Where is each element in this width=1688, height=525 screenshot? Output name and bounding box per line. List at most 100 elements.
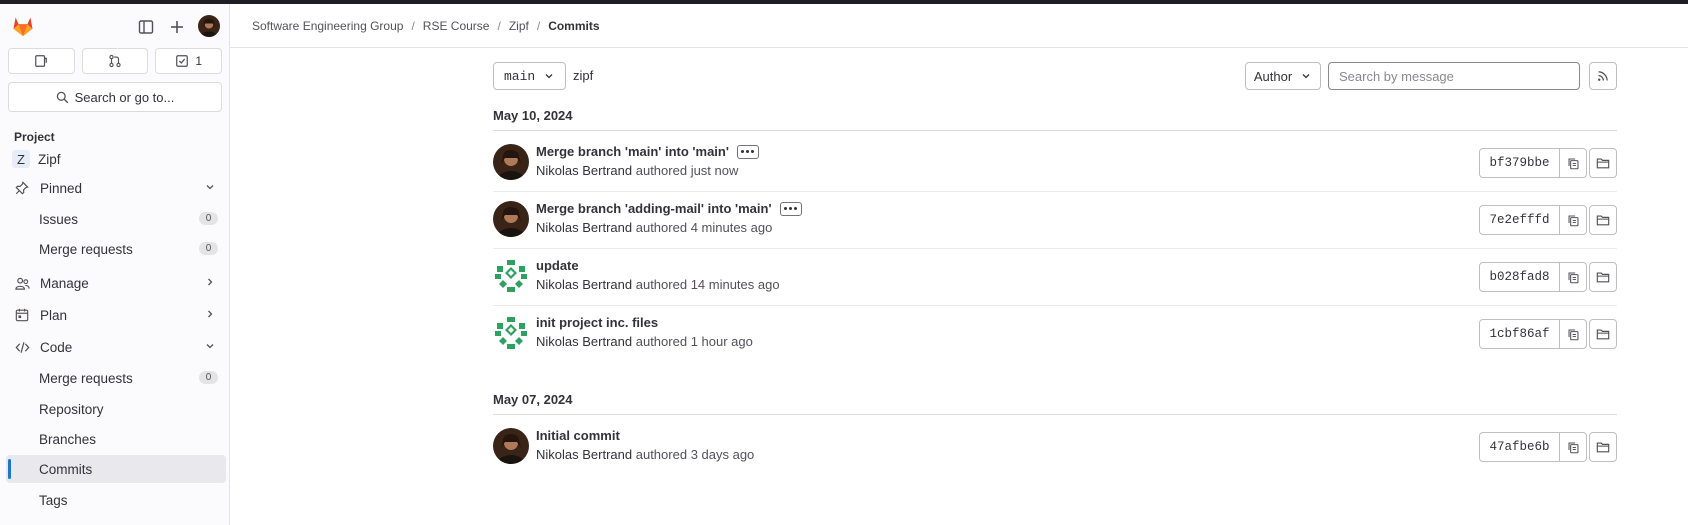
pinned-label: Pinned [40,180,83,196]
breadcrumb-separator: / [411,18,415,33]
branch-selector[interactable]: main [493,62,567,90]
search-icon [56,91,68,103]
author-link[interactable]: Nikolas Bertrand [536,334,632,349]
breadcrumb-subgroup[interactable]: RSE Course [423,19,490,33]
users-icon [14,275,30,291]
commit-sha-button[interactable]: 1cbf86af [1479,319,1560,349]
browse-files-button[interactable] [1589,262,1617,292]
chevron-right-icon [208,278,213,286]
breadcrumb-separator: / [536,18,541,33]
sidebar-item-tags[interactable]: Tags [6,486,226,514]
browse-files-button[interactable] [1589,319,1617,349]
breadcrumb-project[interactable]: Zipf [509,19,529,33]
sidebar-item-merge-requests[interactable]: Merge requests 0 [6,235,226,263]
section-title: Project [14,130,55,144]
dot-icon [751,150,755,153]
repo-path[interactable]: zipf [573,68,593,83]
sidebar-item-project[interactable]: Z Zipf [6,145,226,173]
toggle-sidebar-icon[interactable] [135,16,157,38]
assigned-issues-button[interactable] [8,48,75,74]
commit-sha-button[interactable]: 47afbe6b [1479,432,1560,462]
author-avatar[interactable] [493,201,529,237]
project-avatar: Z [12,150,30,168]
commit-row: Initial commit Nikolas Bertrand authored … [493,419,1617,476]
search-or-go-to-button[interactable]: Search or go to... [8,82,222,112]
browse-files-button[interactable] [1589,205,1617,235]
issues-label: Issues [39,211,79,227]
commits-label: Commits [39,461,93,477]
sidebar: 1 Search or go to... Project Z Zipf Pinn… [0,4,230,525]
merge-requests-count-badge: 0 [199,242,218,255]
chevron-down-icon [1302,74,1310,79]
commit-time: 14 minutes ago [690,277,780,292]
plan-label: Plan [40,307,68,323]
dot-icon [746,150,750,153]
breadcrumb-group[interactable]: Software Engineering Group [252,19,403,33]
browse-files-button[interactable] [1589,432,1617,462]
sidebar-item-pinned[interactable]: Pinned [6,174,226,202]
sidebar-item-branches[interactable]: Branches [6,425,226,453]
toggle-description-button[interactable] [779,201,802,216]
commit-title-link[interactable]: update [536,258,579,273]
author-filter-dropdown[interactable]: Author [1245,62,1321,90]
commit-sha-button[interactable]: bf379bbe [1479,148,1560,178]
merge-requests-label: Merge requests [39,241,133,257]
folder-icon [1596,327,1610,341]
browse-files-button[interactable] [1589,148,1617,178]
author-link[interactable]: Nikolas Bertrand [536,447,632,462]
copy-sha-button[interactable] [1560,319,1587,349]
commit-title-link[interactable]: Initial commit [536,428,620,443]
rss-feed-button[interactable] [1589,62,1617,90]
plus-icon[interactable] [166,16,188,38]
merge-requests-button[interactable] [81,48,149,74]
breadcrumb-separator: / [497,18,501,33]
commit-title-wrap: Merge branch 'adding-mail' into 'main' [536,201,802,216]
todos-button[interactable]: 1 [155,48,223,74]
commit-row: Merge branch 'main' into 'main' Nikolas B… [493,135,1617,192]
sidebar-item-issues[interactable]: Issues 0 [6,205,226,233]
breadcrumb-current[interactable]: Commits [548,19,599,33]
commit-time: 3 days ago [690,447,755,462]
sidebar-item-commits[interactable]: Commits [6,455,226,483]
commit-title-link[interactable]: init project inc. files [536,315,658,330]
sidebar-item-repository[interactable]: Repository [6,395,226,423]
author-avatar[interactable] [493,144,529,180]
search-by-message-input[interactable] [1328,62,1580,90]
gitlab-logo-icon[interactable] [11,14,35,38]
author-link[interactable]: Nikolas Bertrand [536,277,632,292]
code-icon [14,339,30,355]
issues-icon [35,55,48,67]
folder-icon [1596,270,1610,284]
author-avatar[interactable] [493,315,529,351]
code-merge-requests-label: Merge requests [39,370,133,386]
project-name: Zipf [38,151,61,167]
copy-sha-button[interactable] [1560,148,1587,178]
commit-sha-button[interactable]: 7e2efffd [1479,205,1560,235]
author-avatar[interactable] [493,258,529,294]
copy-sha-button[interactable] [1560,205,1587,235]
chevron-down-icon [545,74,553,79]
commit-title-link[interactable]: Merge branch 'adding-mail' into 'main' [536,201,772,216]
sidebar-item-code-merge-requests[interactable]: Merge requests 0 [6,364,226,392]
code-merge-requests-count-badge: 0 [199,371,218,384]
todo-icon [176,55,189,67]
sidebar-item-plan[interactable]: Plan [6,301,226,329]
sidebar-item-manage[interactable]: Manage [6,269,226,297]
user-avatar[interactable] [198,15,220,37]
commit-time: 4 minutes ago [690,220,773,235]
author-link[interactable]: Nikolas Bertrand [536,220,632,235]
copy-sha-button[interactable] [1560,432,1587,462]
rss-icon [1598,71,1608,81]
sidebar-item-code[interactable]: Code [6,333,226,361]
dot-icon [789,207,793,210]
author-link[interactable]: Nikolas Bertrand [536,163,632,178]
author-avatar[interactable] [493,428,529,464]
commit-sha-button[interactable]: b028fad8 [1479,262,1560,292]
copy-sha-button[interactable] [1560,262,1587,292]
commit-title-link[interactable]: Merge branch 'main' into 'main' [536,144,729,159]
commit-meta: Nikolas Bertrand authored 3 days ago [536,447,754,462]
folder-icon [1596,156,1610,170]
commit-actions: bf379bbe [1479,148,1617,178]
commit-time: 1 hour ago [690,334,753,349]
toggle-description-button[interactable] [736,144,759,159]
